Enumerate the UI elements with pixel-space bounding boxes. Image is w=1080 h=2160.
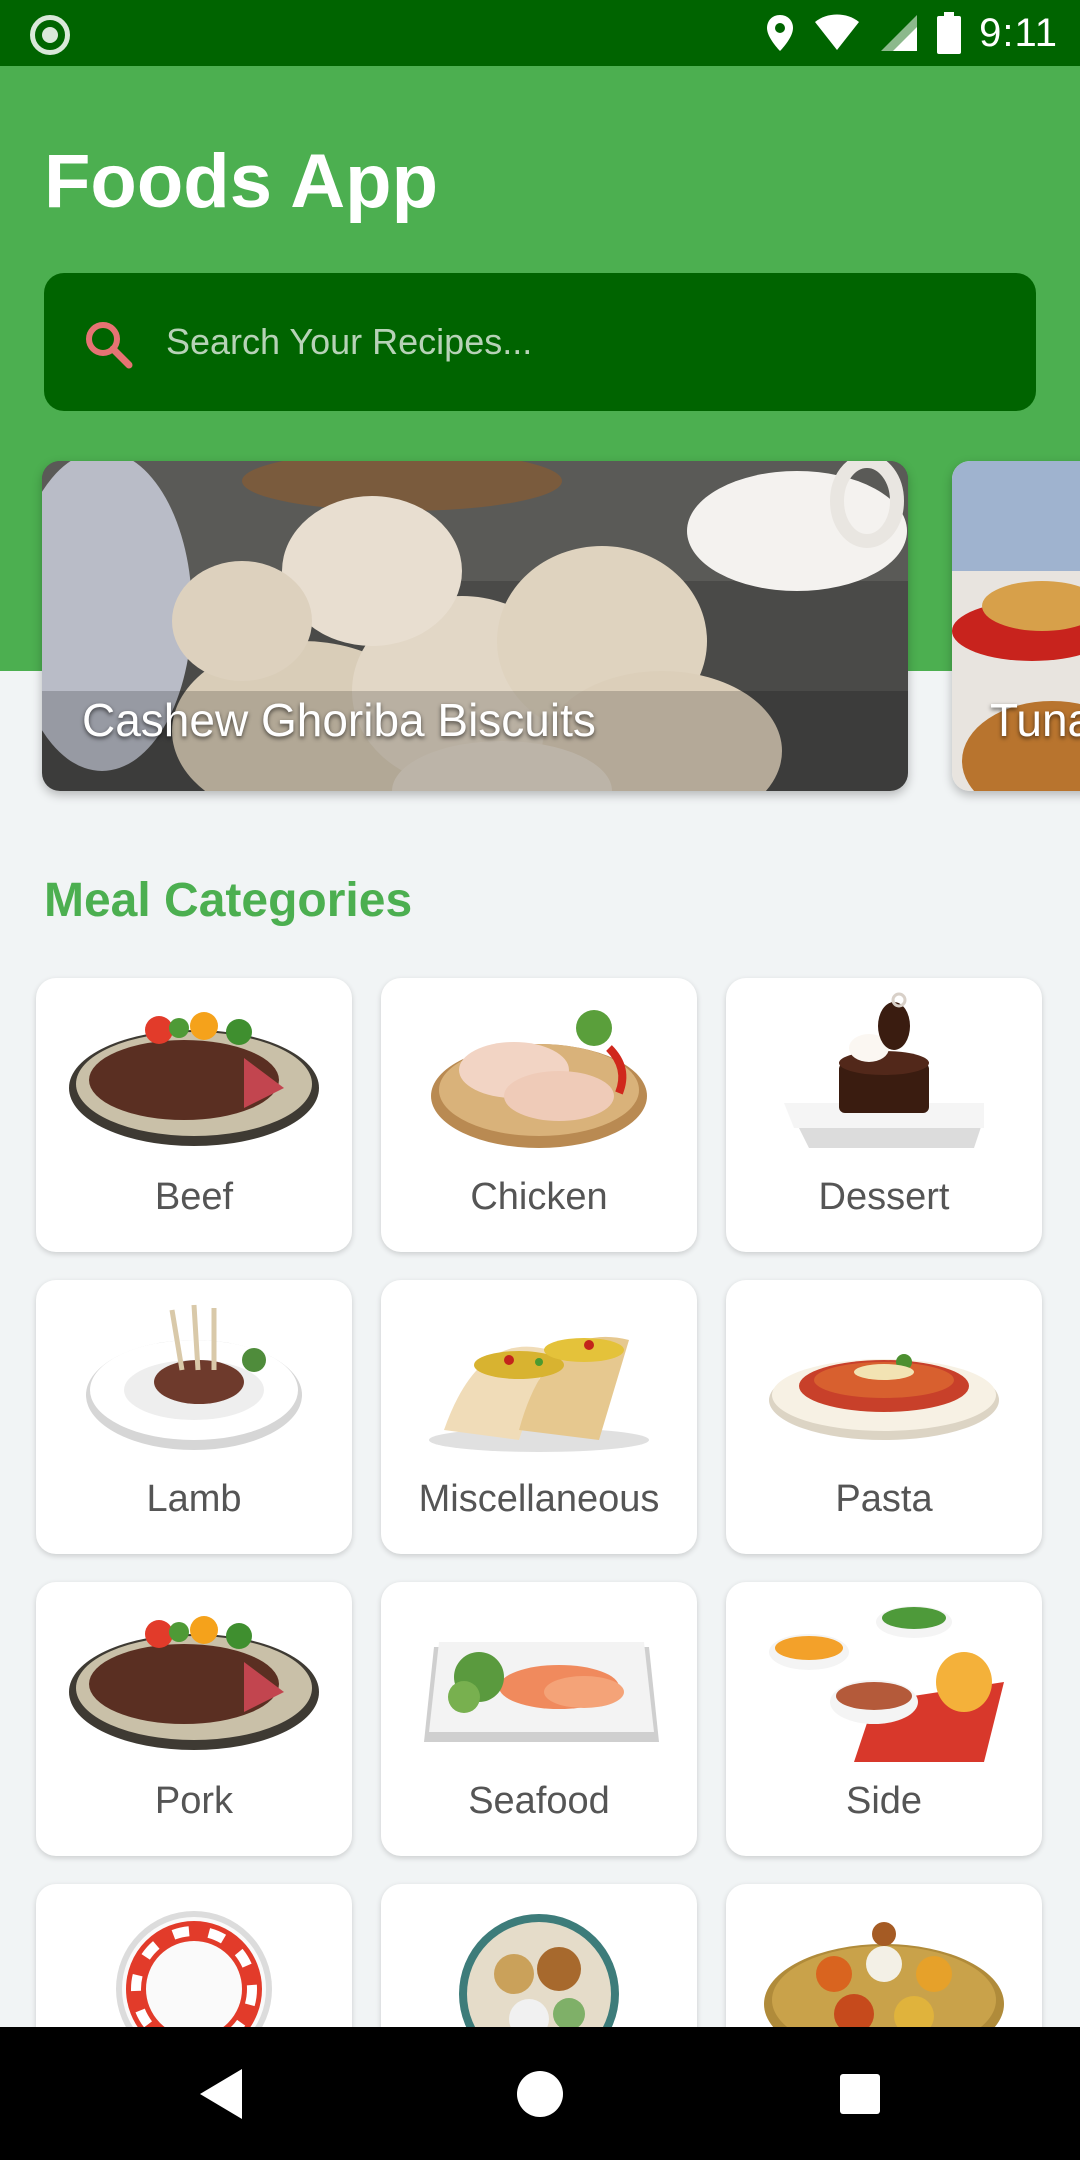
category-label: Beef [154,1176,234,1218]
search-icon [86,322,133,369]
dessert-image [784,992,984,1148]
seafood-image [424,1642,659,1742]
category-label: Pasta [835,1478,933,1520]
beef-image [69,1012,319,1146]
category-card-beef[interactable]: Beef [36,978,352,1252]
app-title: Foods App [44,139,438,224]
pasta-image [769,1354,999,1440]
status-time: 9:11 [979,10,1058,55]
category-card-chicken[interactable]: Chicken [381,978,697,1252]
category-label: Pork [154,1780,234,1822]
chicken-image [431,1010,647,1148]
category-card-dessert[interactable]: Dessert [726,978,1042,1252]
battery-icon [937,12,962,54]
miscellaneous-image [429,1336,649,1452]
category-label: Miscellaneous [418,1478,660,1520]
search-bar[interactable] [44,273,1036,411]
recents-icon[interactable] [800,2027,920,2160]
home-icon[interactable] [480,2027,600,2160]
lamb-image [86,1304,302,1450]
category-card-lamb[interactable]: Lamb [36,1280,352,1554]
notification-dot-icon [30,15,70,55]
category-card-miscellaneous[interactable]: Miscellaneous [381,1280,697,1554]
category-card-seafood[interactable]: Seafood [381,1582,697,1856]
pork-image [69,1616,319,1750]
wifi-icon [815,14,860,50]
status-bar: 9:11 [0,0,1080,66]
system-navigation-bar [0,2027,1080,2160]
location-icon [767,15,794,51]
status-icons: 9:11 [765,8,1058,58]
side-image [769,1606,1004,1762]
featured-recipe-card[interactable]: Tuna [952,461,1080,791]
featured-recipe-card[interactable]: Cashew Ghoriba Biscuits [42,461,908,791]
section-title-meal-categories: Meal Categories [44,874,413,927]
category-card-pork[interactable]: Pork [36,1582,352,1856]
recipe-title: Tuna [990,694,1080,746]
recipe-title: Cashew Ghoriba Biscuits [82,694,596,746]
back-icon[interactable] [160,2027,280,2160]
category-label: Lamb [146,1478,242,1520]
signal-icon [881,15,918,51]
category-label: Chicken [470,1176,608,1218]
category-label: Side [845,1780,923,1822]
search-input[interactable] [166,273,1006,411]
category-label: Seafood [468,1780,610,1822]
category-label: Dessert [818,1176,950,1218]
category-card-side[interactable]: Side [726,1582,1042,1856]
category-card-pasta[interactable]: Pasta [726,1280,1042,1554]
